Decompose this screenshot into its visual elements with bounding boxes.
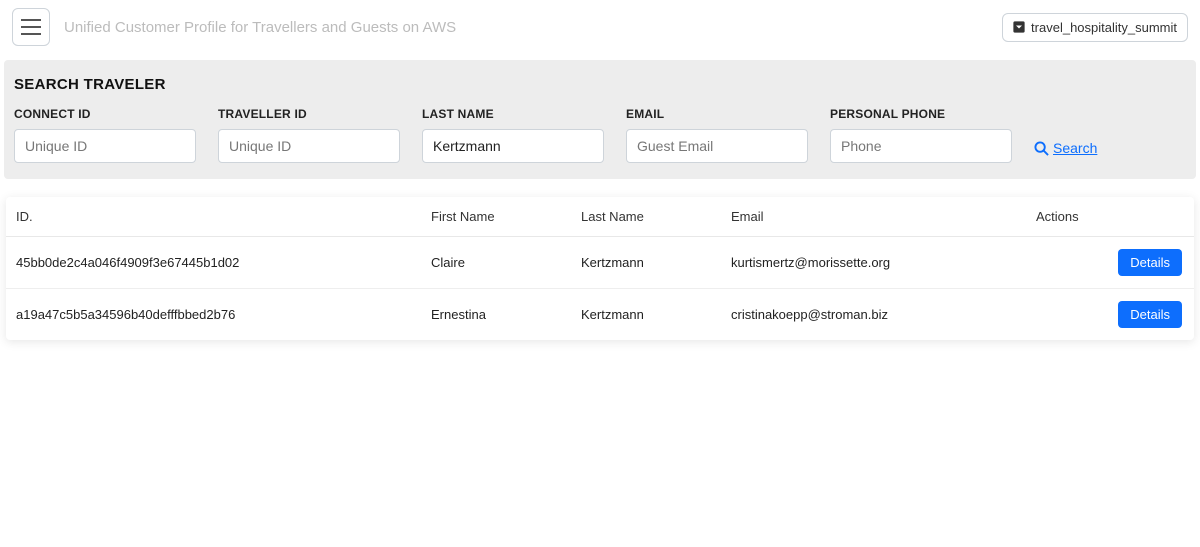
field-label: CONNECT ID — [14, 107, 196, 121]
col-header-id: ID. — [6, 197, 421, 237]
connect-id-input[interactable] — [14, 129, 196, 163]
hamburger-icon — [21, 19, 41, 21]
cell-last-name: Kertzmann — [571, 289, 721, 341]
hamburger-icon — [21, 26, 41, 28]
field-connect-id: CONNECT ID — [14, 107, 196, 163]
field-label: EMAIL — [626, 107, 808, 121]
cell-email: cristinakoepp@stroman.biz — [721, 289, 1026, 341]
search-panel-title: SEARCH TRAVELER — [14, 76, 1186, 93]
caret-down-square-icon — [1013, 21, 1025, 33]
domain-selected-value: travel_hospitality_summit — [1031, 20, 1177, 35]
field-label: LAST NAME — [422, 107, 604, 121]
search-icon — [1034, 141, 1049, 156]
traveller-id-input[interactable] — [218, 129, 400, 163]
cell-first-name: Ernestina — [421, 289, 571, 341]
last-name-input[interactable] — [422, 129, 604, 163]
details-button[interactable]: Details — [1118, 249, 1182, 276]
col-header-first-name: First Name — [421, 197, 571, 237]
table-header-row: ID. First Name Last Name Email Actions — [6, 197, 1194, 237]
topbar-left: Unified Customer Profile for Travellers … — [12, 8, 456, 46]
field-label: TRAVELLER ID — [218, 107, 400, 121]
cell-first-name: Claire — [421, 237, 571, 289]
search-fields-row: CONNECT ID TRAVELLER ID LAST NAME EMAIL … — [14, 107, 1186, 163]
cell-id: a19a47c5b5a34596b40defffbbed2b76 — [6, 289, 421, 341]
topbar: Unified Customer Profile for Travellers … — [0, 0, 1200, 52]
cell-email: kurtismertz@morissette.org — [721, 237, 1026, 289]
field-traveller-id: TRAVELLER ID — [218, 107, 400, 163]
cell-last-name: Kertzmann — [571, 237, 721, 289]
cell-actions: Details — [1026, 237, 1194, 289]
phone-input[interactable] — [830, 129, 1012, 163]
search-link-label: Search — [1053, 140, 1097, 156]
table-row: 45bb0de2c4a046f4909f3e67445b1d02ClaireKe… — [6, 237, 1194, 289]
domain-selector[interactable]: travel_hospitality_summit — [1002, 13, 1188, 42]
table-row: a19a47c5b5a34596b40defffbbed2b76Ernestin… — [6, 289, 1194, 341]
email-input[interactable] — [626, 129, 808, 163]
results-panel: ID. First Name Last Name Email Actions 4… — [6, 197, 1194, 340]
app-title: Unified Customer Profile for Travellers … — [64, 19, 456, 36]
field-email: EMAIL — [626, 107, 808, 163]
details-button[interactable]: Details — [1118, 301, 1182, 328]
menu-toggle-button[interactable] — [12, 8, 50, 46]
cell-actions: Details — [1026, 289, 1194, 341]
search-panel: SEARCH TRAVELER CONNECT ID TRAVELLER ID … — [4, 60, 1196, 179]
col-header-actions: Actions — [1026, 197, 1194, 237]
col-header-email: Email — [721, 197, 1026, 237]
cell-id: 45bb0de2c4a046f4909f3e67445b1d02 — [6, 237, 421, 289]
field-last-name: LAST NAME — [422, 107, 604, 163]
field-label: PERSONAL PHONE — [830, 107, 1012, 121]
col-header-last-name: Last Name — [571, 197, 721, 237]
search-link[interactable]: Search — [1034, 140, 1097, 163]
field-phone: PERSONAL PHONE — [830, 107, 1012, 163]
hamburger-icon — [21, 33, 41, 35]
results-table: ID. First Name Last Name Email Actions 4… — [6, 197, 1194, 340]
